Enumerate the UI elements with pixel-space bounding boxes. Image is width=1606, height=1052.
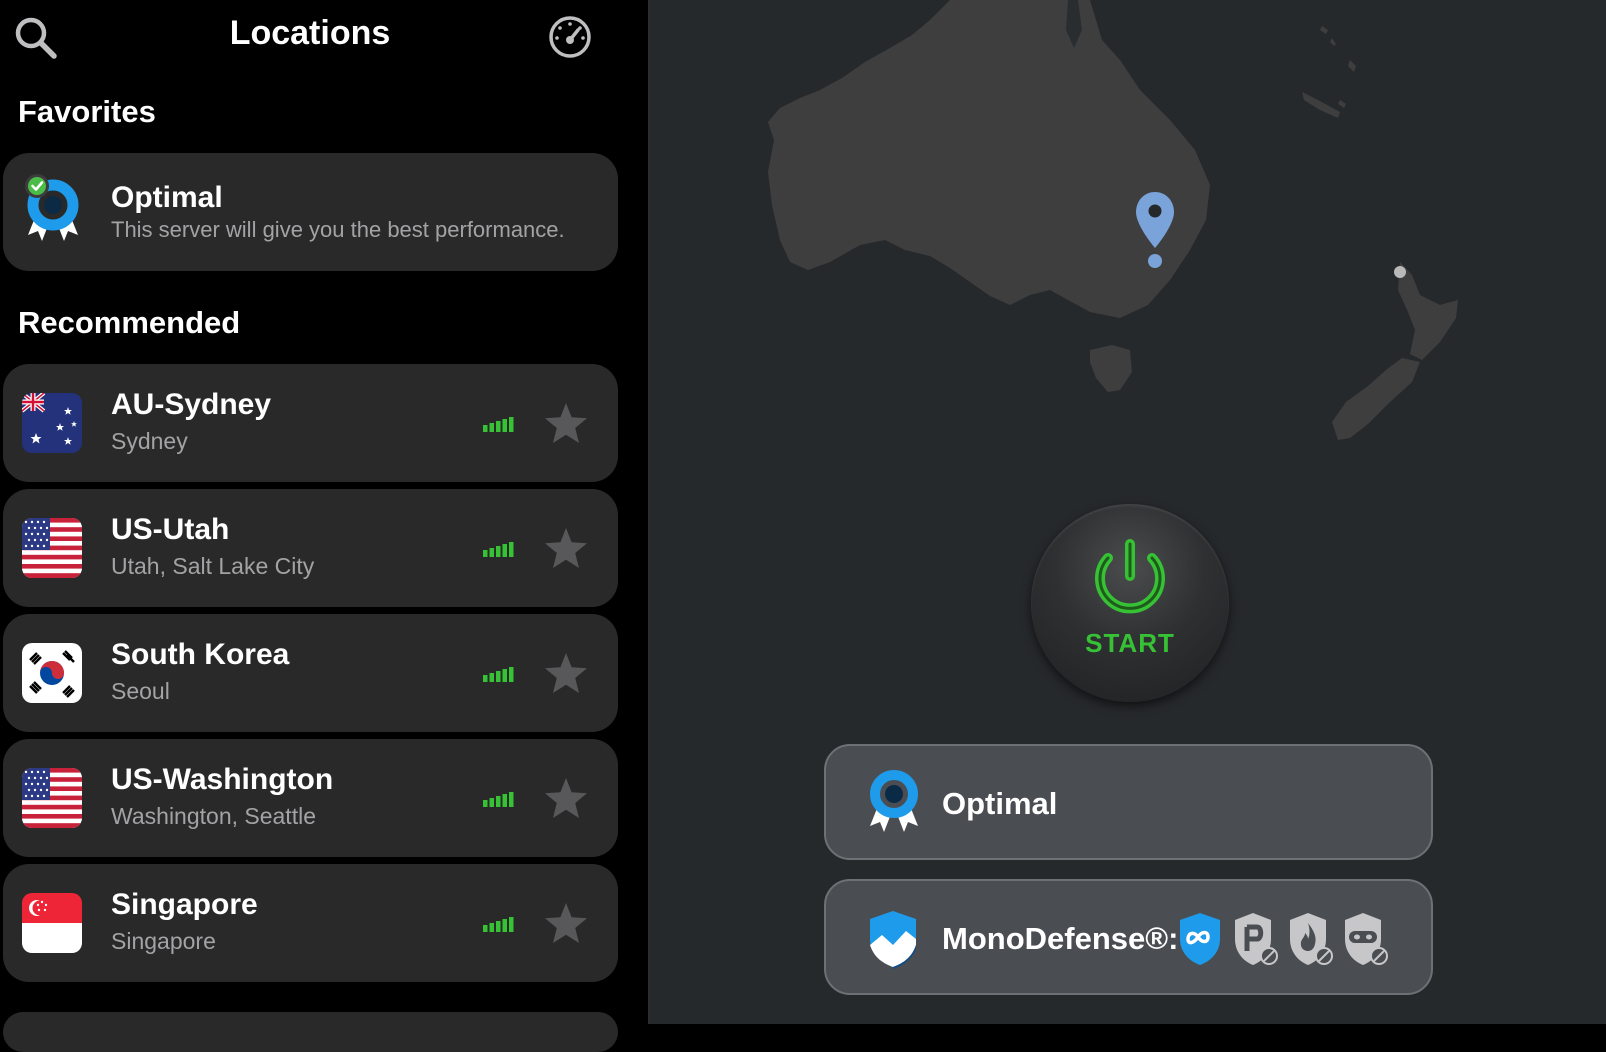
locations-panel: Locations Favorites Optimal This server … <box>0 0 650 1052</box>
server-item-au-sydney[interactable]: AU-Sydney Sydney <box>3 364 618 482</box>
map-area[interactable]: START Optimal MonoDefense®: <box>650 0 1606 1024</box>
south-korea-flag-icon <box>22 643 82 703</box>
signal-strength-icon <box>483 917 514 932</box>
selected-location-button[interactable]: Optimal <box>824 744 1433 860</box>
optimal-badge-icon <box>870 770 918 832</box>
start-connect-button[interactable]: START <box>1031 504 1229 702</box>
server-item-singapore[interactable]: Singapore Singapore <box>3 864 618 982</box>
australia-flag-icon <box>22 393 82 453</box>
page-title: Locations <box>229 14 391 52</box>
mask-blocked-icon[interactable] <box>1341 911 1389 967</box>
firewall-blocked-icon[interactable] <box>1286 911 1334 967</box>
favorite-description: This server will give you the best perfo… <box>111 217 565 242</box>
infinity-shield-icon[interactable] <box>1176 911 1224 967</box>
favorite-star-icon[interactable] <box>543 526 589 572</box>
signal-strength-icon <box>483 417 514 432</box>
usa-flag-icon <box>22 518 82 578</box>
server-name: US-Utah <box>111 513 230 546</box>
signal-strength-icon <box>483 667 514 682</box>
favorite-star-icon[interactable] <box>543 651 589 697</box>
favorite-star-icon[interactable] <box>543 776 589 822</box>
monodefense-bar[interactable]: MonoDefense®: <box>824 879 1433 995</box>
server-city: Utah, Salt Lake City <box>111 553 315 579</box>
server-name: Singapore <box>111 888 258 921</box>
favorite-star-icon[interactable] <box>543 401 589 447</box>
favorite-star-icon[interactable] <box>543 901 589 947</box>
server-name: AU-Sydney <box>111 388 272 421</box>
usa-flag-icon <box>22 768 82 828</box>
new-zealand-south-island <box>1332 358 1420 440</box>
server-item-us-washington[interactable]: US-Washington Washington, Seattle <box>3 739 618 857</box>
signal-strength-icon <box>483 542 514 557</box>
start-label: START <box>1085 628 1175 658</box>
server-city: Singapore <box>111 928 216 954</box>
server-item-south-korea[interactable]: South Korea Seoul <box>3 614 618 732</box>
selected-location-label: Optimal <box>942 786 1058 821</box>
speedometer-icon[interactable] <box>547 14 593 60</box>
favorite-name: Optimal <box>111 181 223 214</box>
parking-blocked-icon[interactable] <box>1231 911 1279 967</box>
recommended-heading: Recommended <box>18 305 241 340</box>
server-city: Sydney <box>111 428 188 454</box>
signal-strength-icon <box>483 792 514 807</box>
server-item-us-utah[interactable]: US-Utah Utah, Salt Lake City <box>3 489 618 607</box>
server-city: Seoul <box>111 678 170 704</box>
server-city: Washington, Seattle <box>111 803 316 829</box>
power-icon <box>1095 539 1165 614</box>
server-name: US-Washington <box>111 763 334 796</box>
server-name: South Korea <box>111 638 290 671</box>
server-item-next[interactable] <box>3 1012 618 1052</box>
australia-landmass <box>768 0 1210 318</box>
favorites-heading: Favorites <box>18 94 156 129</box>
optimal-badge-icon <box>25 174 79 241</box>
monodefense-shield-icon <box>870 911 916 969</box>
new-zealand-north-island <box>1398 262 1458 360</box>
singapore-flag-icon <box>22 893 82 953</box>
monodefense-label: MonoDefense®: <box>942 921 1179 956</box>
tasmania-landmass <box>1090 345 1132 392</box>
favorite-optimal-item[interactable]: Optimal This server will give you the be… <box>3 153 618 271</box>
